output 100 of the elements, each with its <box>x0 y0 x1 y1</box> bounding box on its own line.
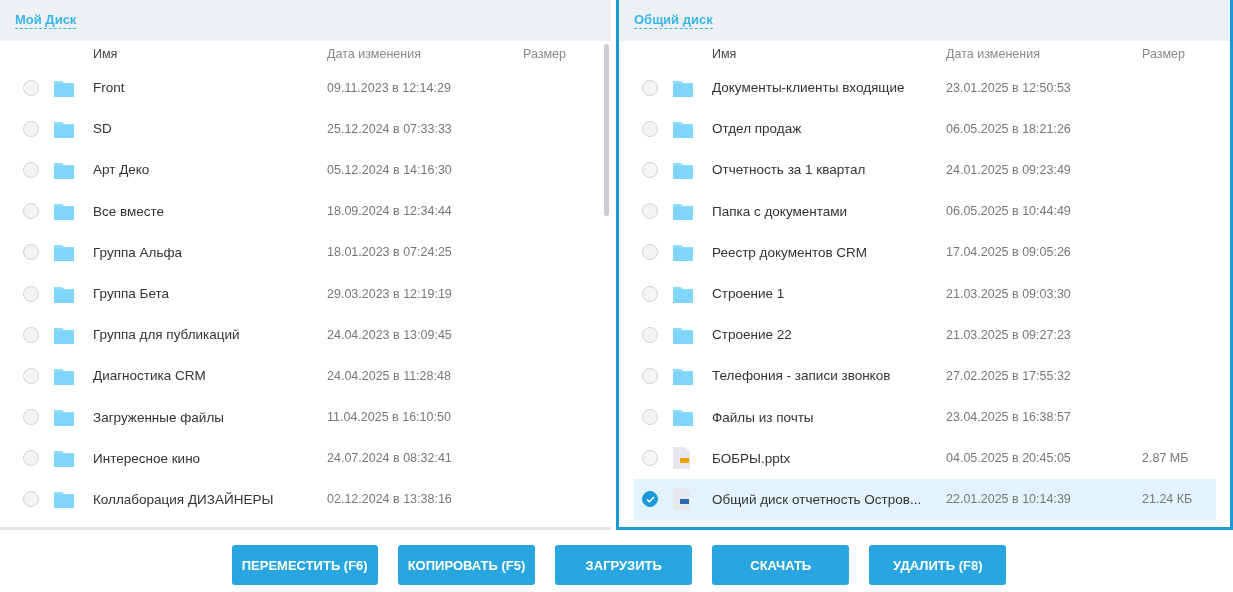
folder-icon <box>54 119 74 138</box>
modified-date: 17.04.2025 в 09:05:26 <box>946 245 1072 260</box>
file-name: Группа Альфа <box>93 244 184 260</box>
modified-date: 23.01.2025 в 12:50:53 <box>946 80 1072 95</box>
file-name: Телефония - записи звонков <box>712 368 892 384</box>
column-header: Дата изменения <box>946 47 1041 61</box>
file-row[interactable]: Телефония - записи звонков 27.02.2025 в 17:55:32 <box>634 355 1216 397</box>
modified-date: 02.12.2024 в 13:38:16 <box>327 492 453 507</box>
modified-date: 18.01.2023 в 07:24:25 <box>327 245 453 260</box>
folder-icon <box>54 243 74 262</box>
file-row[interactable]: Файлы из почты 23.04.2025 в 16:38:57 <box>634 396 1216 438</box>
file-row[interactable]: Коллаборация ДИЗАЙНЕРЫ 02.12.2024 в 13:38:16 <box>15 478 597 521</box>
file-row[interactable]: SD 25.12.2024 в 07:33:33 <box>15 108 597 150</box>
select-radio[interactable] <box>23 450 39 467</box>
column-header: Имя <box>93 47 119 61</box>
column-header: Размер <box>523 47 567 61</box>
select-radio[interactable] <box>642 450 658 467</box>
file-name: Документы-клиенты входящие <box>712 80 906 96</box>
file-name: Арт Деко <box>93 162 151 178</box>
document-file-icon <box>673 488 690 511</box>
folder-icon <box>54 449 74 468</box>
modified-date: 21.03.2025 в 09:03:30 <box>946 286 1072 301</box>
folder-icon <box>673 284 693 303</box>
select-radio[interactable] <box>642 491 658 508</box>
file-name: Группа для публикаций <box>93 327 241 343</box>
select-radio[interactable] <box>23 409 39 426</box>
select-radio[interactable] <box>642 326 658 343</box>
select-radio[interactable] <box>23 285 39 302</box>
column-header: Имя <box>712 47 738 61</box>
modified-date: 25.12.2024 в 07:33:33 <box>327 121 453 136</box>
select-radio[interactable] <box>642 203 658 220</box>
select-radio[interactable] <box>23 203 39 220</box>
select-radio[interactable] <box>642 285 658 302</box>
modified-date: 27.02.2025 в 17:55:32 <box>946 368 1072 383</box>
file-row[interactable]: Общий диск отчетность Остров... 22.01.2025 в 10:14:39 21.24 КБ <box>634 478 1216 521</box>
file-row[interactable]: Документы-клиенты входящие 23.01.2025 в 12:50:53 <box>634 67 1216 109</box>
file-row[interactable]: Front 09.11.2023 в 12:14:29 <box>15 67 597 109</box>
folder-icon <box>54 490 74 509</box>
file-name: Реестр документов CRM <box>712 244 869 260</box>
modified-date: 23.04.2025 в 16:38:57 <box>946 410 1072 425</box>
select-radio[interactable] <box>642 79 658 96</box>
modified-date: 05.12.2024 в 14:16:30 <box>327 162 453 177</box>
modified-date: 24.07.2024 в 08:32:41 <box>327 451 453 466</box>
folder-icon <box>54 160 74 179</box>
file-name: Строение 22 <box>712 327 793 343</box>
file-row[interactable]: Строение 1 21.03.2025 в 09:03:30 <box>634 272 1216 315</box>
file-row[interactable]: Интересное кино 24.07.2024 в 08:32:41 <box>15 437 597 479</box>
modified-date: 09.11.2023 в 12:14:29 <box>327 80 452 95</box>
file-row[interactable]: Группа для публикаций 24.04.2023 в 13:09:45 <box>15 314 597 356</box>
select-radio[interactable] <box>23 326 39 343</box>
file-row[interactable]: Все вместе 18.09.2024 в 12:34:44 <box>15 190 597 232</box>
select-radio[interactable] <box>23 491 39 508</box>
select-radio[interactable] <box>23 161 39 178</box>
file-row[interactable]: Диагностика CRM 24.04.2025 в 11:28:48 <box>15 355 597 397</box>
modified-date: 11.04.2025 в 16:10:50 <box>327 410 452 425</box>
select-radio[interactable] <box>642 244 658 261</box>
file-row[interactable]: Реестр документов CRM 17.04.2025 в 09:05:26 <box>634 231 1216 273</box>
file-row[interactable]: Группа Альфа 18.01.2023 в 07:24:25 <box>15 231 597 273</box>
file-row[interactable]: Отчетность за 1 квартал 24.01.2025 в 09:23:49 <box>634 149 1216 191</box>
folder-icon <box>673 243 693 262</box>
file-row[interactable]: Папка с документами 06.05.2025 в 10:44:49 <box>634 190 1216 232</box>
file-name: Front <box>93 80 126 96</box>
file-size: 2.87 МБ <box>1142 451 1190 466</box>
modified-date: 21.03.2025 в 09:27:23 <box>946 327 1072 342</box>
folder-icon <box>673 160 693 179</box>
file-name: Загруженные файлы <box>93 409 225 425</box>
select-radio[interactable] <box>642 367 658 384</box>
file-row[interactable]: БОБРЫ.pptx 04.05.2025 в 20:45:05 2.87 МБ <box>634 437 1216 479</box>
folder-icon <box>673 325 693 344</box>
select-radio[interactable] <box>23 244 39 261</box>
folder-icon <box>673 119 693 138</box>
select-radio[interactable] <box>642 161 658 178</box>
modified-date: 24.04.2023 в 13:09:45 <box>327 327 453 342</box>
file-size: 21.24 КБ <box>1142 492 1194 507</box>
select-radio[interactable] <box>642 409 658 426</box>
select-radio[interactable] <box>23 79 39 96</box>
folder-icon <box>673 202 693 221</box>
modified-date: 18.09.2024 в 12:34:44 <box>327 204 453 219</box>
modified-date: 04.05.2025 в 20:45:05 <box>946 451 1072 466</box>
modified-date: 06.05.2025 в 18:21:26 <box>946 121 1072 136</box>
file-row[interactable]: Отдел продаж 06.05.2025 в 18:21:26 <box>634 108 1216 150</box>
file-row[interactable]: Группа Бета 29.03.2023 в 12:19:19 <box>15 272 597 315</box>
column-header: Дата изменения <box>327 47 422 61</box>
file-row[interactable]: Строение 22 21.03.2025 в 09:27:23 <box>634 314 1216 356</box>
select-radio[interactable] <box>642 120 658 137</box>
file-name: Коллаборация ДИЗАЙНЕРЫ <box>93 491 275 507</box>
modified-date: 24.04.2025 в 11:28:48 <box>327 368 452 383</box>
file-name: SD <box>93 121 113 137</box>
file-row[interactable]: Арт Деко 05.12.2024 в 14:16:30 <box>15 149 597 191</box>
select-radio[interactable] <box>23 367 39 384</box>
modified-date: 24.01.2025 в 09:23:49 <box>946 162 1072 177</box>
select-radio[interactable] <box>23 120 39 137</box>
file-name: Отчетность за 1 квартал <box>712 162 867 178</box>
scrollbar[interactable] <box>604 44 609 216</box>
folder-icon <box>54 408 74 427</box>
file-name: Группа Бета <box>93 286 170 302</box>
file-row[interactable]: Загруженные файлы 11.04.2025 в 16:10:50 <box>15 396 597 438</box>
file-name: Строение 1 <box>712 286 786 302</box>
folder-icon <box>54 366 74 385</box>
check-icon <box>645 495 655 503</box>
